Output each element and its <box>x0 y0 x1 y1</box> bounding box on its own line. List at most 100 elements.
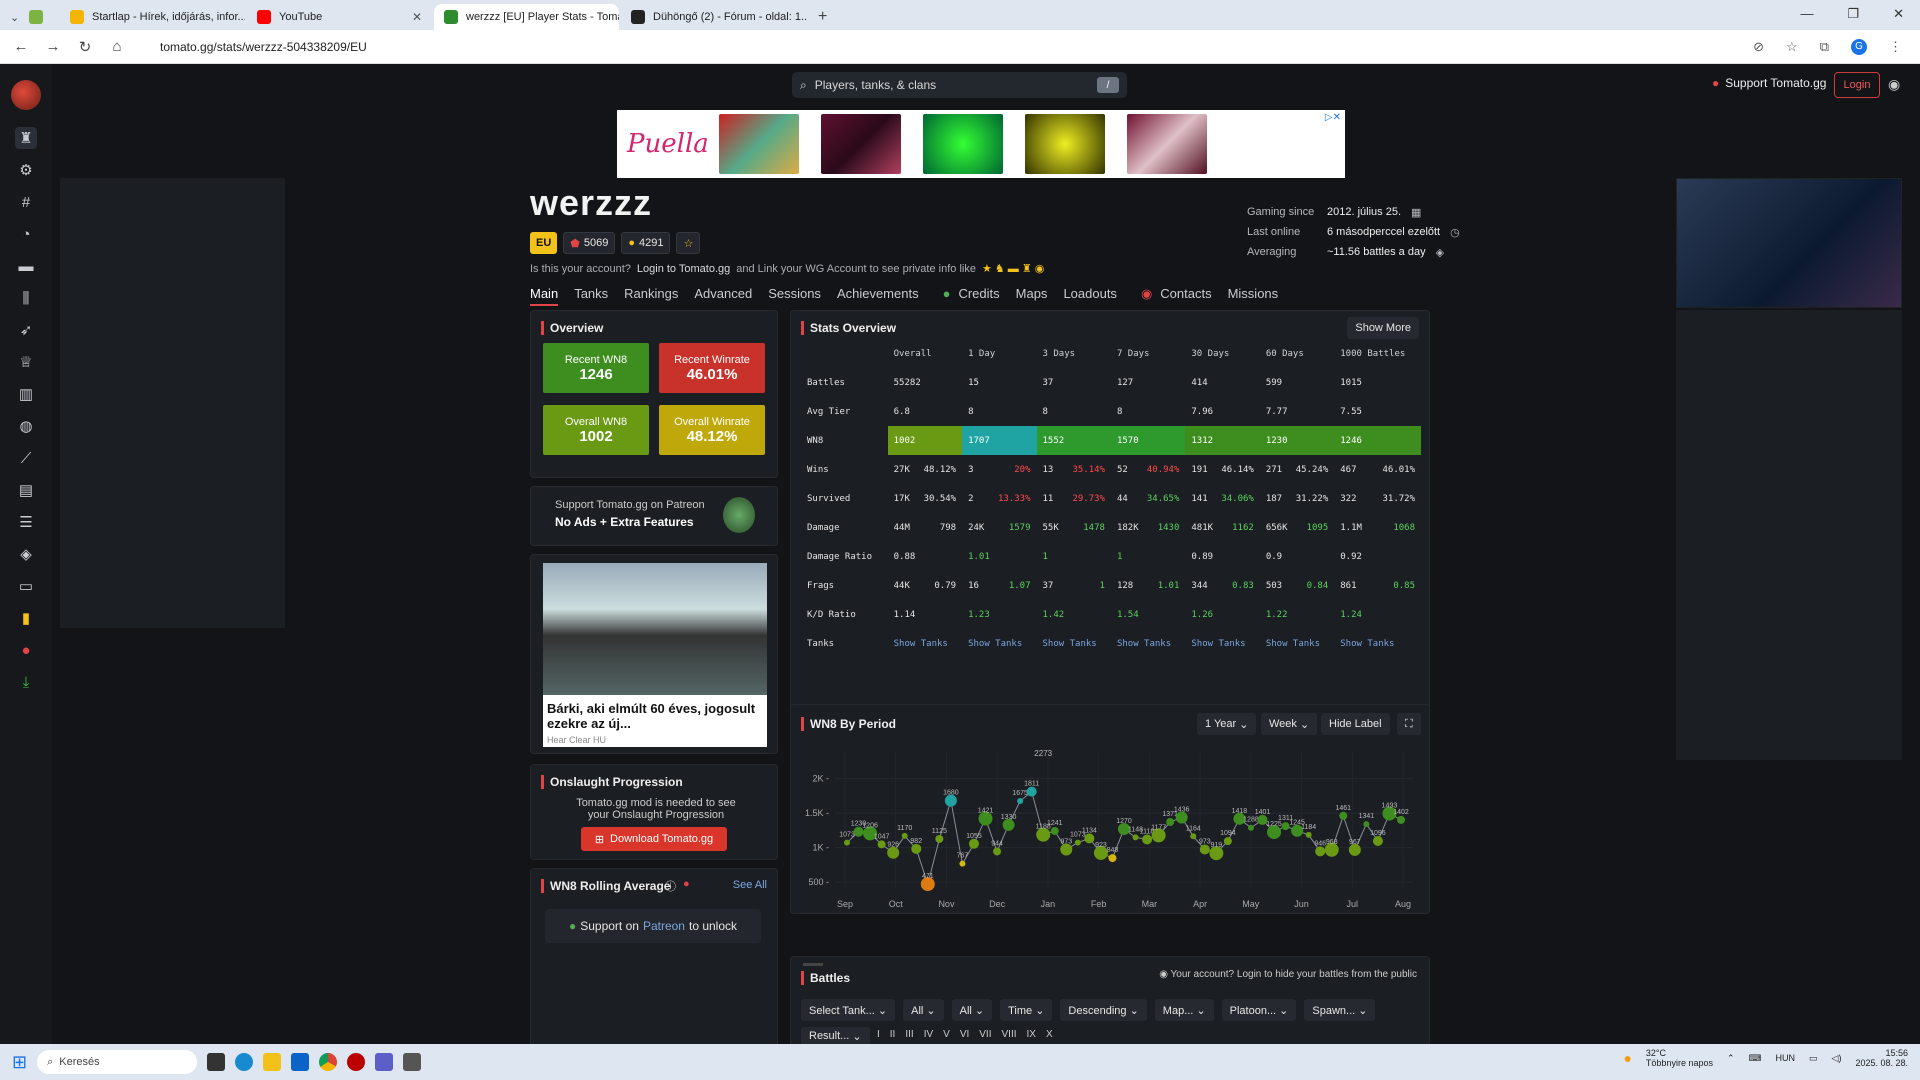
map-icon[interactable]: ▤ <box>15 479 37 501</box>
filter-dropdown[interactable]: Spawn... ⌄ <box>1304 999 1376 1021</box>
wn8-point[interactable] <box>1084 833 1095 844</box>
volume-icon[interactable]: ◁) <box>1832 1053 1842 1064</box>
gamepad-icon[interactable]: ◈ <box>15 543 37 565</box>
browser-tab-startlap[interactable]: Startlap - Hírek, időjárás, infor...✕ <box>60 4 245 30</box>
ad-close-icon[interactable]: ▷✕ <box>1325 112 1341 123</box>
tier-filter[interactable]: VIII <box>1002 1029 1017 1040</box>
battles-privacy[interactable]: ◉ Your account? Login to hide your battl… <box>1159 969 1417 980</box>
wn8-point[interactable] <box>1050 826 1059 835</box>
language-indicator[interactable]: HUN <box>1776 1053 1796 1063</box>
filter-dropdown[interactable]: All ⌄ <box>951 999 993 1021</box>
tier-filter[interactable]: IV <box>924 1029 933 1040</box>
building-icon[interactable]: ▥ <box>15 383 37 405</box>
wot-icon[interactable] <box>403 1053 422 1071</box>
tab-credits[interactable]: Credits <box>958 286 999 306</box>
wn8-point[interactable] <box>1108 854 1117 863</box>
chart-icon[interactable]: ⟋ <box>15 447 37 469</box>
login-link[interactable]: Login to Tomato.gg <box>637 263 730 275</box>
maximize-icon[interactable]: ❐ <box>1847 6 1859 22</box>
tier-filter[interactable]: X <box>1046 1029 1053 1040</box>
tomato-logo[interactable] <box>11 80 41 110</box>
tier-filter[interactable]: III <box>905 1029 913 1040</box>
close-window-icon[interactable]: ✕ <box>1893 6 1904 22</box>
wn8-point[interactable] <box>1339 811 1348 820</box>
hashtag-icon[interactable]: # <box>15 191 37 213</box>
wn8-point[interactable] <box>1132 834 1139 841</box>
clock[interactable]: 15:56 2025. 08. 28. <box>1855 1048 1908 1068</box>
taskbar-search[interactable]: ⌕ Keresés <box>37 1050 198 1074</box>
fullscreen-icon[interactable]: ⛶ <box>1397 713 1421 735</box>
url-field[interactable]: tomato.gg/stats/werzzz-504338209/EU <box>160 40 367 54</box>
wn8-point[interactable] <box>901 832 908 839</box>
tab-missions[interactable]: Missions <box>1228 286 1279 306</box>
browser-tab-tomato[interactable]: werzzz [EU] Player Stats - Toma...✕ <box>434 4 619 30</box>
show-more-button[interactable]: Show More <box>1347 317 1419 339</box>
windows-start-icon[interactable]: ⊞ <box>12 1052 27 1073</box>
news-icon[interactable]: ▭ <box>15 575 37 597</box>
browser-tab-forum[interactable]: Dühöngő (2) - Fórum - oldal: 1...✕ <box>621 4 806 30</box>
wn8-point[interactable] <box>1026 786 1037 797</box>
info-icon[interactable]: ⓘ <box>665 878 676 894</box>
tab-achievements[interactable]: Achievements <box>837 286 919 306</box>
patreon-icon[interactable]: ● <box>15 639 37 661</box>
filter-dropdown[interactable]: All ⌄ <box>903 999 944 1021</box>
wn8-point[interactable] <box>1074 839 1081 846</box>
support-link[interactable]: ● Support Tomato.gg <box>1712 76 1826 90</box>
wn8-point[interactable] <box>911 843 922 854</box>
keyboard-icon[interactable]: ⌨ <box>1749 1053 1762 1064</box>
tab-rankings[interactable]: Rankings <box>624 286 678 306</box>
filter-dropdown[interactable]: Descending ⌄ <box>1060 999 1147 1021</box>
stats-column-header[interactable]: 60 Days <box>1260 339 1334 368</box>
minimize-icon[interactable]: — <box>1800 6 1813 22</box>
stats-column-header[interactable]: 3 Days <box>1037 339 1111 368</box>
filter-dropdown[interactable]: Select Tank... ⌄ <box>801 999 896 1021</box>
stats-cell[interactable]: Show Tanks <box>1037 629 1111 658</box>
app-icon[interactable] <box>347 1053 366 1071</box>
explorer-icon[interactable] <box>263 1053 282 1071</box>
wn8-point[interactable] <box>1190 833 1197 840</box>
bars-icon[interactable]: ⫼ <box>15 287 37 309</box>
wn8-point[interactable] <box>959 860 966 867</box>
stats-cell[interactable]: Show Tanks <box>1334 629 1421 658</box>
close-tab-icon[interactable]: ✕ <box>412 10 422 24</box>
tab-contacts[interactable]: Contacts <box>1160 286 1211 306</box>
wn8-point[interactable] <box>1372 835 1383 846</box>
tier-filter[interactable]: V <box>943 1029 950 1040</box>
browser-tab-youtube[interactable]: YouTube ✕ <box>247 4 432 30</box>
gauge-icon[interactable]: ◔ <box>15 223 37 245</box>
taskview-icon[interactable] <box>207 1053 226 1071</box>
wn8-point[interactable] <box>935 834 944 843</box>
stats-cell[interactable]: Show Tanks <box>888 629 962 658</box>
tab-main[interactable]: Main <box>530 286 559 306</box>
gear-icon[interactable]: ⚙ <box>15 159 37 181</box>
tab-advanced[interactable]: Advanced <box>694 286 752 306</box>
eye-off-icon[interactable]: ⊘ <box>1753 39 1764 55</box>
patreon-link[interactable]: Patreon <box>643 919 685 933</box>
filter-dropdown[interactable]: Time ⌄ <box>1000 999 1053 1021</box>
forward-icon[interactable]: → <box>44 38 62 55</box>
ad-banner[interactable]: Puella ▷✕ <box>617 110 1345 178</box>
download-icon[interactable]: ⤓ <box>15 671 37 693</box>
tier-filter[interactable]: IX <box>1027 1029 1036 1040</box>
tab-sessions[interactable]: Sessions <box>768 286 821 306</box>
wn8-point[interactable] <box>1363 821 1370 828</box>
range-dropdown[interactable]: 1 Year ⌄ <box>1197 713 1257 735</box>
wot-icon[interactable]: ♜ <box>15 127 37 149</box>
wn8-point[interactable] <box>1305 831 1312 838</box>
tank-icon[interactable]: ▬ <box>15 255 37 277</box>
star-icon[interactable]: ☆ <box>1786 39 1798 55</box>
stats-cell[interactable]: Show Tanks <box>962 629 1036 658</box>
wn8-point[interactable] <box>1247 824 1254 831</box>
new-tab-icon[interactable]: + <box>808 4 837 30</box>
unlock-banner[interactable]: ● Support on Patreon to unlock <box>545 909 761 943</box>
download-button[interactable]: ⊞ Download Tomato.gg <box>581 827 727 851</box>
tier-filter[interactable]: VII <box>979 1029 991 1040</box>
globe-icon[interactable]: ◍ <box>15 415 37 437</box>
reload-icon[interactable]: ↻ <box>76 38 94 56</box>
wn8-point[interactable] <box>1017 798 1024 805</box>
pinned-tab-icon[interactable] <box>29 10 44 24</box>
tab-loadouts[interactable]: Loadouts <box>1063 286 1117 306</box>
tab-maps[interactable]: Maps <box>1016 286 1048 306</box>
login-button[interactable]: Login <box>1834 72 1880 98</box>
tier-filter[interactable]: II <box>890 1029 896 1040</box>
